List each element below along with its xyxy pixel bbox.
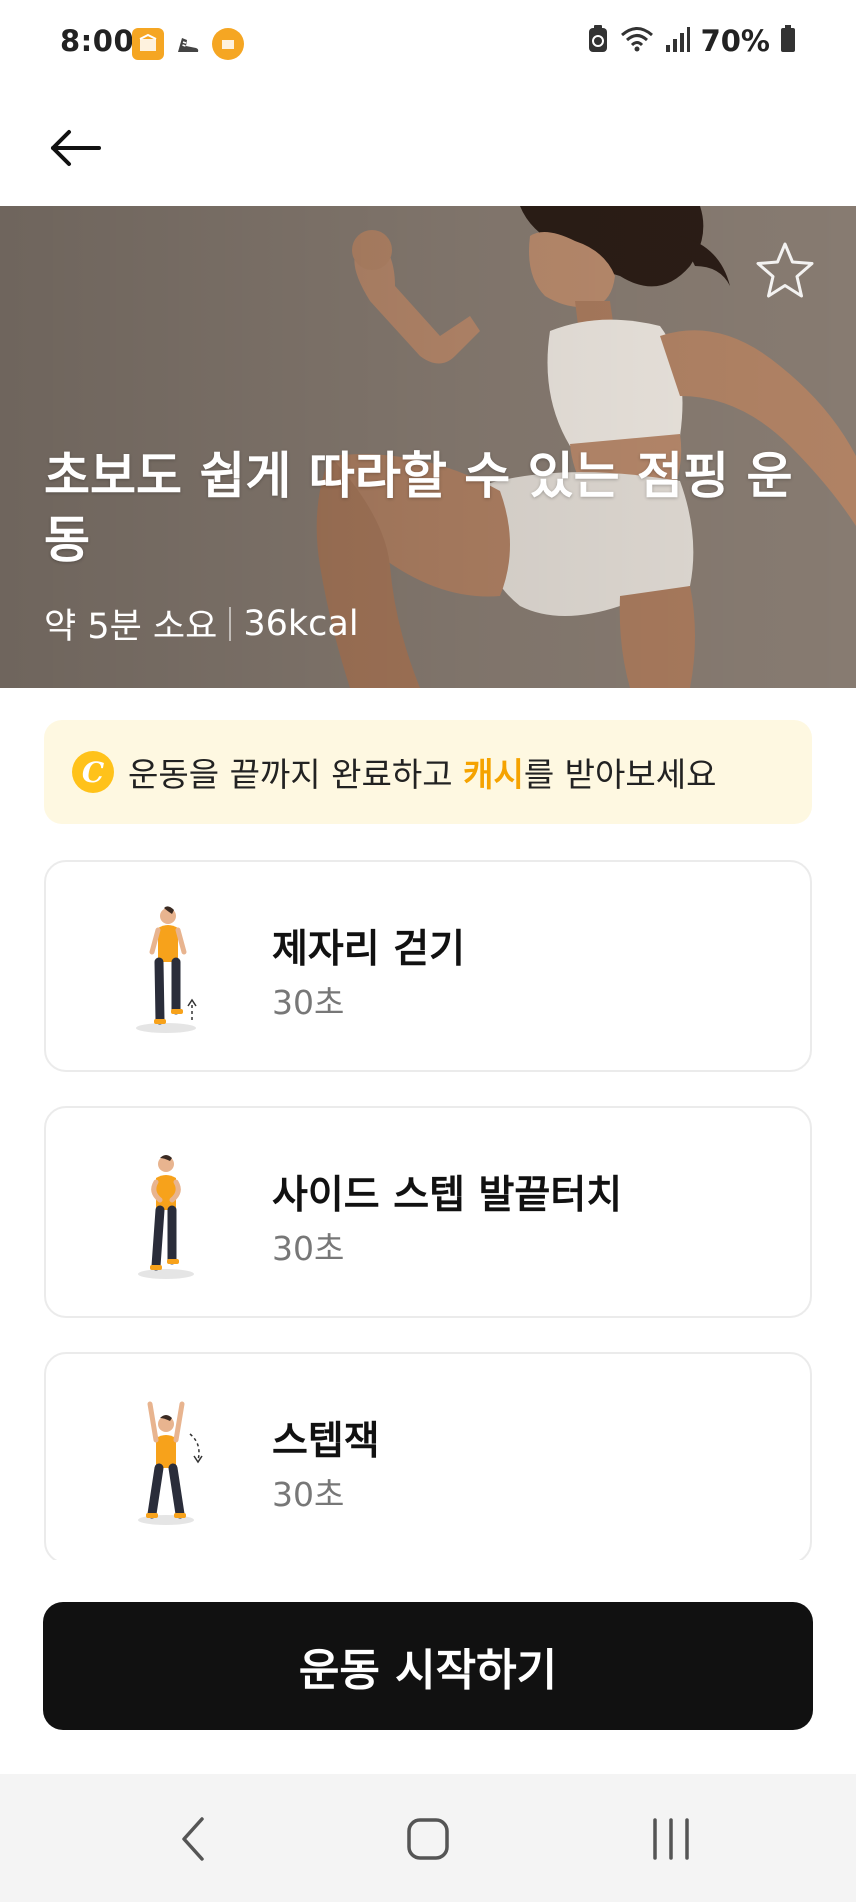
home-nav-icon <box>407 1818 449 1860</box>
start-workout-button[interactable]: 운동 시작하기 <box>43 1602 813 1730</box>
coin-letter: C <box>81 755 105 789</box>
box-round-icon <box>212 28 244 60</box>
battery-percent: 70% <box>700 24 770 58</box>
recycle-icon <box>587 24 609 58</box>
exercise-card[interactable]: 스텝잭 30초 <box>44 1352 812 1560</box>
walking-in-place-figure-icon <box>136 906 197 1033</box>
exercise-name: 스텝잭 <box>272 1419 380 1464</box>
nav-back-button[interactable] <box>148 1804 238 1874</box>
nav-home-button[interactable] <box>383 1804 473 1874</box>
exercise-card[interactable]: 사이드 스텝 발끝터치 30초 <box>44 1106 812 1318</box>
status-time: 8:00 <box>60 24 135 58</box>
cash-text-after: 를 받아보세요 <box>523 755 717 794</box>
wifi-icon <box>619 24 655 58</box>
meta-divider <box>229 606 232 641</box>
exercise-card[interactable]: 제자리 걷기 30초 <box>44 860 812 1072</box>
workout-meta: 약 5분 소요 36kcal <box>44 598 359 649</box>
back-nav-icon <box>182 1817 204 1861</box>
cash-reward-banner: C 운동을 끝까지 완료하고 캐시를 받아보세요 <box>44 720 812 824</box>
exercise-duration: 30초 <box>272 1475 345 1514</box>
exercise-list: 제자리 걷기 30초 사이드 스텝 발끝터치 30초 스텝잭 30초 <box>44 860 812 1560</box>
workout-duration: 약 5분 소요 <box>44 607 218 647</box>
exercise-name: 제자리 걷기 <box>272 927 465 972</box>
recents-nav-icon <box>653 1818 689 1860</box>
exercise-duration: 30초 <box>272 1229 345 1268</box>
notification-icons <box>132 28 244 60</box>
signal-icon <box>665 25 691 57</box>
top-app-bar <box>0 88 856 206</box>
coin-icon: C <box>72 751 114 793</box>
workout-detail-screen: 8:00 70% 초보도 쉽게 따라할 수 있는 점핑 운동 약 5분 소요 3… <box>0 0 856 1902</box>
step-jack-figure-icon <box>138 1401 203 1525</box>
exercise-name: 사이드 스텝 발끝터치 <box>272 1173 623 1218</box>
shoe-icon <box>172 28 204 60</box>
cash-highlight: 캐시 <box>463 755 524 794</box>
box-icon <box>132 28 164 60</box>
exercise-duration: 30초 <box>272 983 345 1022</box>
workout-title: 초보도 쉽게 따라할 수 있는 점핑 운동 <box>44 447 793 569</box>
star-outline-icon <box>756 242 814 298</box>
battery-icon <box>780 25 796 57</box>
nav-recents-button[interactable] <box>626 1804 716 1874</box>
workout-calories: 36kcal <box>243 603 359 644</box>
hero-banner: 초보도 쉽게 따라할 수 있는 점핑 운동 약 5분 소요 36kcal <box>0 206 856 688</box>
arrow-left-icon <box>51 130 101 166</box>
side-step-toe-touch-figure-icon <box>138 1155 194 1279</box>
status-icons: 70% <box>587 24 796 58</box>
cash-reward-text: 운동을 끝까지 완료하고 캐시를 받아보세요 <box>128 748 716 796</box>
favorite-button[interactable] <box>750 236 820 306</box>
cash-text-before: 운동을 끝까지 완료하고 <box>128 755 464 794</box>
system-nav-bar <box>0 1774 856 1902</box>
back-button[interactable] <box>36 112 116 184</box>
status-bar: 8:00 70% <box>0 0 856 88</box>
